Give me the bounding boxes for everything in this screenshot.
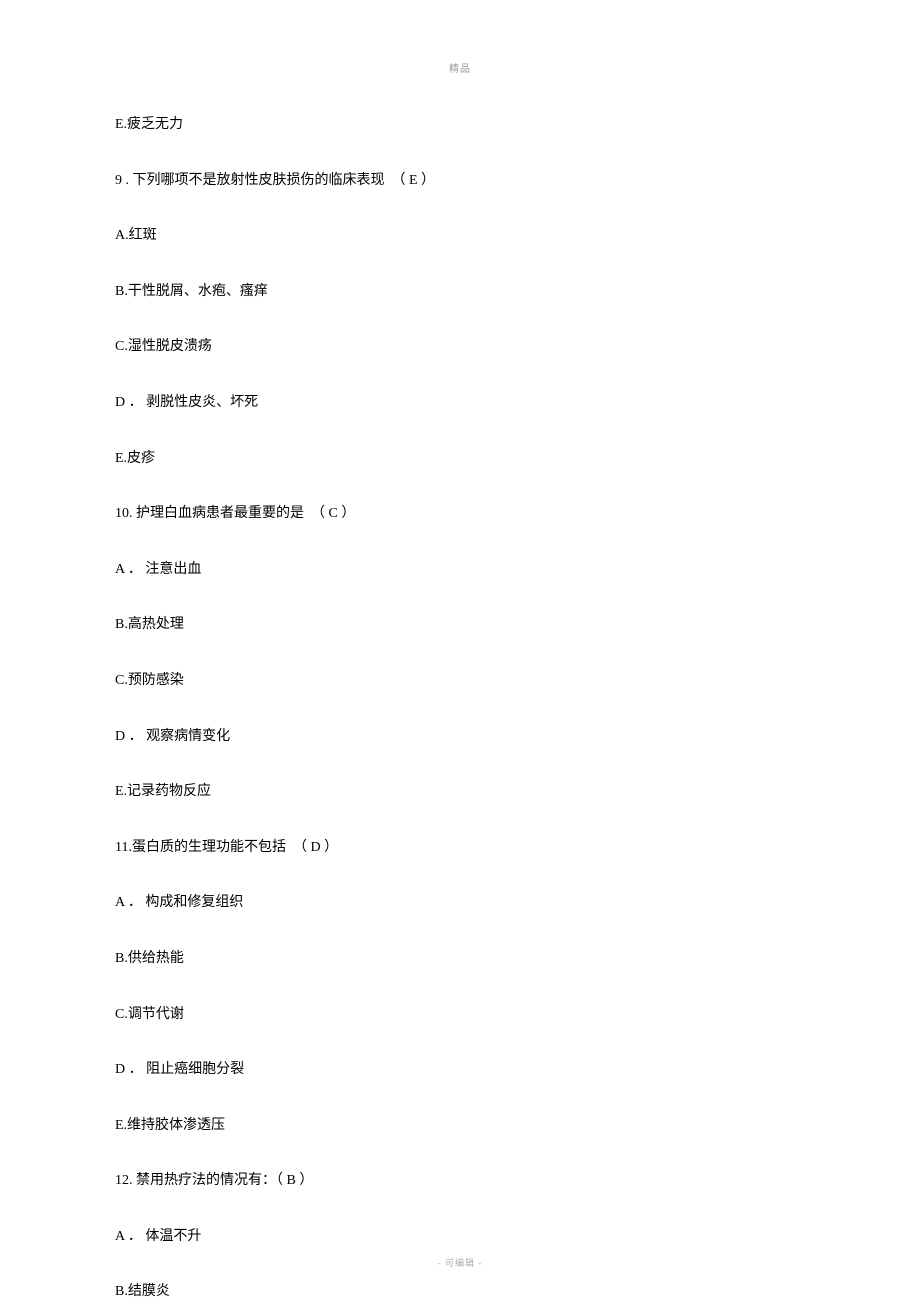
q12-option-a: A ． 体温不升: [115, 1227, 805, 1247]
q10-option-e: E.记录药物反应: [115, 782, 805, 802]
footer-watermark: - 可编辑 -: [0, 1256, 920, 1269]
header-watermark: 精品: [115, 60, 805, 75]
q10-option-c: C.预防感染: [115, 671, 805, 691]
q9-option-a: A.红斑: [115, 226, 805, 246]
q9-option-d: D ． 剥脱性皮炎、坏死: [115, 393, 805, 413]
q11-option-a: A ． 构成和修复组织: [115, 893, 805, 913]
question-11: 11.蛋白质的生理功能不包括 （ D ）: [115, 838, 805, 858]
q10-option-a: A ． 注意出血: [115, 560, 805, 580]
question-12: 12. 禁用热疗法的情况有：（ B ）: [115, 1171, 805, 1191]
q10-option-b: B.高热处理: [115, 615, 805, 635]
question-9: 9 . 下列哪项不是放射性皮肤损伤的临床表现 （ E ）: [115, 171, 805, 191]
document-page: 精品 E.疲乏无力 9 . 下列哪项不是放射性皮肤损伤的临床表现 （ E ） A…: [0, 0, 920, 1302]
q9-option-b: B.干性脱屑、水疱、瘙痒: [115, 282, 805, 302]
option-e-prev: E.疲乏无力: [115, 115, 805, 135]
q11-option-e: E.维持胶体渗透压: [115, 1116, 805, 1136]
question-10: 10. 护理白血病患者最重要的是 （ C ）: [115, 504, 805, 524]
q11-option-b: B.供给热能: [115, 949, 805, 969]
q9-option-e: E.皮疹: [115, 449, 805, 469]
q10-option-d: D ． 观察病情变化: [115, 727, 805, 747]
q12-option-b: B.结膜炎: [115, 1282, 805, 1302]
q11-option-c: C.调节代谢: [115, 1005, 805, 1025]
q9-option-c: C.湿性脱皮溃疡: [115, 337, 805, 357]
q11-option-d: D ． 阻止癌细胞分裂: [115, 1060, 805, 1080]
